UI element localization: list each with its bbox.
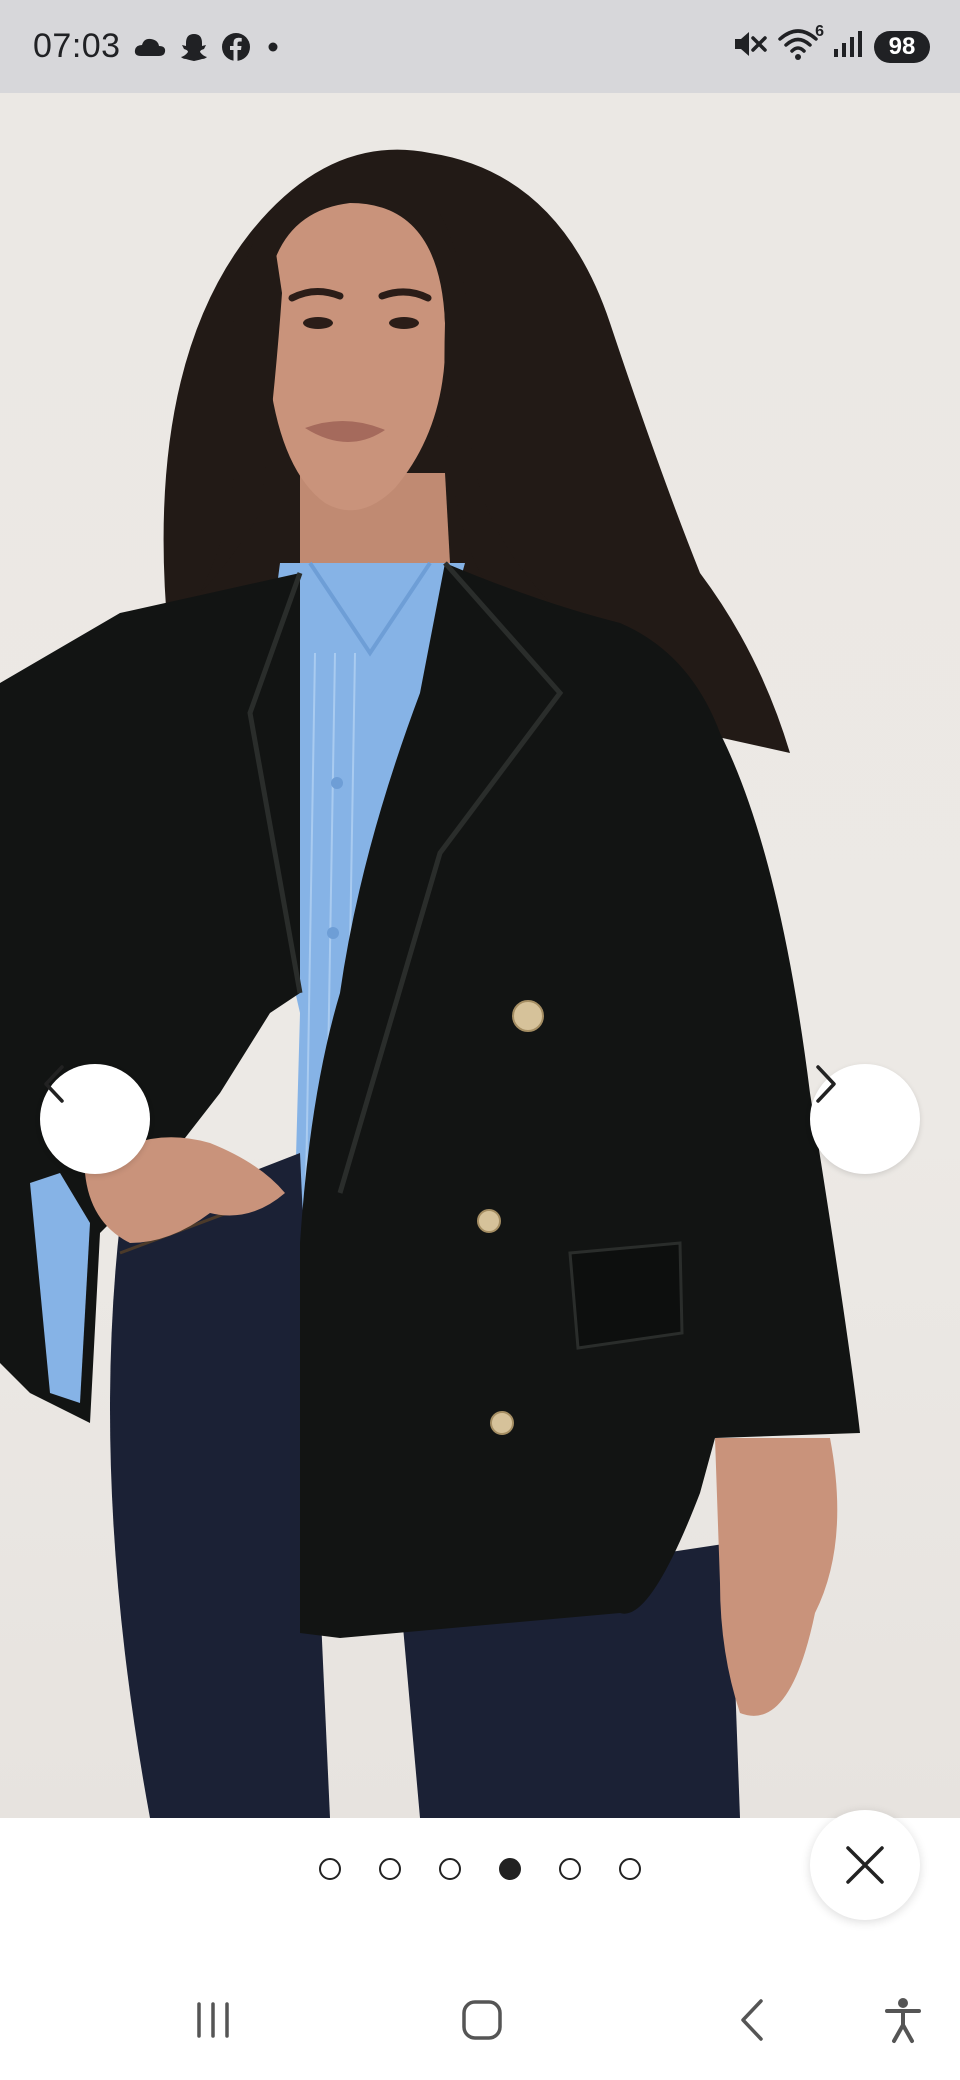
mute-icon xyxy=(732,27,768,66)
next-image-button[interactable] xyxy=(810,1064,920,1174)
back-button[interactable] xyxy=(717,1990,787,2050)
pagination-dot-5[interactable] xyxy=(559,1858,581,1880)
wifi-icon: 6 xyxy=(778,23,824,66)
close-icon xyxy=(846,1846,884,1884)
status-bar: 07:03 6 98 xyxy=(0,0,960,93)
pagination-dot-2[interactable] xyxy=(379,1858,401,1880)
pagination-dot-3[interactable] xyxy=(439,1858,461,1880)
close-button[interactable] xyxy=(810,1810,920,1920)
pagination-dot-1[interactable] xyxy=(319,1858,341,1880)
home-icon xyxy=(462,2000,502,2040)
wifi-label: 6 xyxy=(815,23,824,40)
facebook-icon xyxy=(221,32,251,62)
home-button[interactable] xyxy=(447,1990,517,2050)
chevron-right-icon xyxy=(816,1065,836,1103)
snapchat-icon xyxy=(179,32,209,62)
chevron-left-icon xyxy=(44,1065,64,1103)
previous-image-button[interactable] xyxy=(40,1064,150,1174)
pagination-dot-6[interactable] xyxy=(619,1858,641,1880)
cloud-icon xyxy=(133,36,167,58)
accessibility-button[interactable] xyxy=(868,1990,938,2050)
status-left: 07:03 xyxy=(33,27,283,66)
product-image-gallery[interactable] xyxy=(0,93,960,1818)
pagination-dot-4[interactable] xyxy=(499,1858,521,1880)
product-photo xyxy=(0,149,860,1818)
recents-icon xyxy=(197,2002,229,2038)
signal-icon xyxy=(832,29,864,64)
accessibility-icon xyxy=(885,1998,921,2043)
status-time: 07:03 xyxy=(33,27,121,65)
battery-indicator: 98 xyxy=(874,30,930,63)
back-icon xyxy=(741,1999,763,2041)
more-dot-icon xyxy=(263,37,283,57)
status-right: 6 98 xyxy=(732,23,930,66)
system-navigation-bar xyxy=(0,1960,960,2080)
recents-button[interactable] xyxy=(178,1990,248,2050)
